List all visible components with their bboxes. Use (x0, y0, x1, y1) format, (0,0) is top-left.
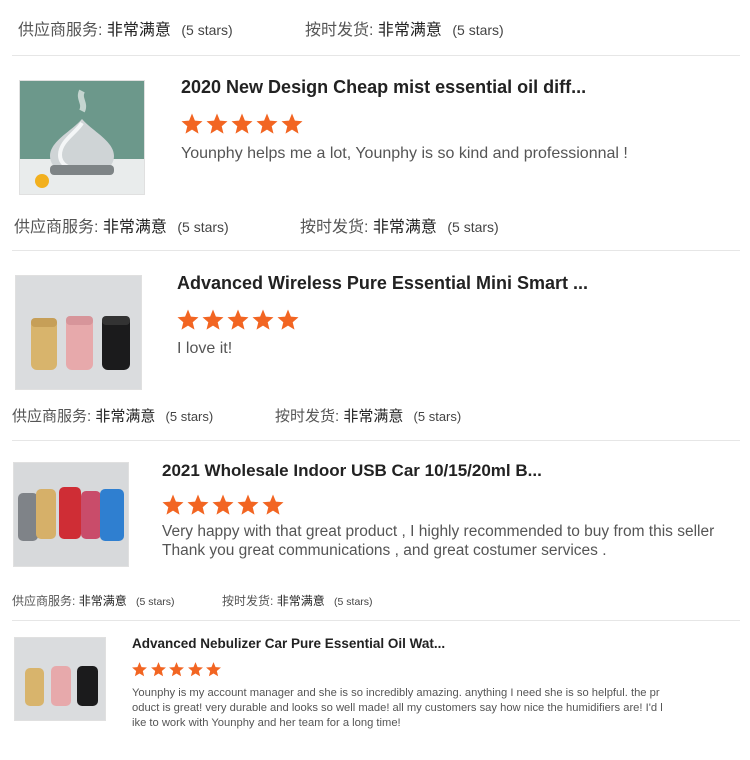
rating-row-0-delivery: 按时发货: 非常满意 (5 stars) (305, 16, 504, 40)
star-icon (237, 494, 259, 515)
star-icon (212, 494, 234, 515)
delivery-label: 按时发货: (222, 594, 274, 608)
car-diffuser-icon (15, 638, 105, 720)
product-title[interactable]: 2020 New Design Cheap mist essential oil… (181, 77, 586, 98)
supplier-service-label: 供应商服务: (18, 22, 103, 39)
review-text: Younphy helps me a lot, Younphy is so ki… (181, 145, 628, 162)
rating-row-1: 供应商服务: 非常满意 (5 stars) (14, 213, 229, 237)
star-rating (180, 112, 305, 136)
supplier-service-value: 非常满意 (106, 22, 171, 39)
delivery-stars: (5 stars) (413, 409, 462, 424)
supplier-service-stars: (5 stars) (136, 596, 175, 608)
star-icon (277, 309, 299, 330)
star-icon (132, 662, 147, 677)
delivery-value: 非常满意 (372, 219, 437, 236)
supplier-service-label: 供应商服务: (14, 219, 99, 236)
star-icon (162, 494, 184, 515)
rating-row-2: 供应商服务: 非常满意 (5 stars) (12, 405, 213, 426)
car-diffuser-colors-icon (14, 463, 128, 566)
product-image[interactable] (14, 637, 106, 721)
supplier-service-value: 非常满意 (95, 408, 156, 425)
star-icon (150, 662, 166, 677)
review-text: Very happy with that great product , I h… (162, 522, 742, 560)
supplier-service-stars: (5 stars) (181, 22, 233, 38)
star-icon (187, 662, 203, 677)
star-icon (181, 113, 203, 134)
divider (12, 620, 740, 621)
rating-row-2-delivery: 按时发货: 非常满意 (5 stars) (275, 405, 461, 426)
review-text-line: Very happy with that great product , I h… (162, 523, 715, 540)
mist-diffuser-icon (20, 81, 144, 194)
delivery-stars: (5 stars) (452, 22, 504, 38)
rating-row-3: 供应商服务: 非常满意 (5 stars) (12, 592, 175, 609)
star-icon (187, 494, 209, 515)
car-diffuser-icon (16, 276, 141, 389)
delivery-stars: (5 stars) (447, 219, 499, 235)
delivery-value: 非常满意 (276, 594, 325, 608)
product-title[interactable]: Advanced Nebulizer Car Pure Essential Oi… (132, 636, 445, 651)
star-icon (206, 662, 221, 677)
delivery-label: 按时发货: (275, 408, 340, 425)
star-icon (262, 494, 284, 515)
rating-row-0: 供应商服务: 非常满意 (5 stars) (18, 16, 233, 40)
supplier-service-label: 供应商服务: (12, 594, 76, 608)
product-title[interactable]: 2021 Wholesale Indoor USB Car 10/15/20ml… (162, 461, 542, 481)
review-text-line: ike to work with Younphy and her team fo… (132, 717, 401, 729)
rating-row-3-delivery: 按时发货: 非常满意 (5 stars) (222, 592, 373, 609)
delivery-value: 非常满意 (343, 408, 404, 425)
star-icon (252, 309, 274, 330)
review-text-line: Younphy is my account manager and she is… (132, 687, 660, 699)
supplier-service-value: 非常满意 (78, 594, 127, 608)
delivery-label: 按时发货: (300, 219, 369, 236)
product-title[interactable]: Advanced Wireless Pure Essential Mini Sm… (177, 273, 588, 294)
divider (12, 55, 740, 56)
star-icon (169, 662, 184, 677)
star-rating (161, 493, 286, 517)
product-image[interactable] (13, 462, 129, 567)
divider (12, 250, 740, 251)
product-image[interactable] (15, 275, 142, 390)
divider (12, 440, 740, 441)
product-image[interactable] (19, 80, 145, 195)
delivery-label: 按时发货: (305, 22, 374, 39)
review-text: Younphy is my account manager and she is… (132, 686, 742, 731)
supplier-service-value: 非常满意 (102, 219, 167, 236)
star-rating (131, 661, 224, 678)
star-icon (202, 309, 224, 330)
supplier-service-stars: (5 stars) (177, 219, 229, 235)
supplier-service-stars: (5 stars) (165, 409, 214, 424)
star-icon (256, 113, 278, 134)
star-icon (231, 113, 253, 134)
delivery-value: 非常满意 (377, 22, 442, 39)
star-icon (227, 309, 249, 330)
rating-row-1-delivery: 按时发货: 非常满意 (5 stars) (300, 213, 499, 237)
review-text-line: oduct is great! very durable and looks s… (132, 702, 663, 714)
star-icon (281, 113, 303, 134)
delivery-stars: (5 stars) (334, 596, 373, 608)
star-rating (176, 308, 301, 332)
supplier-service-label: 供应商服务: (12, 408, 92, 425)
star-icon (206, 113, 228, 134)
review-text: I love it! (177, 340, 233, 357)
review-text-line: Thank you great communications , and gre… (162, 542, 607, 559)
star-icon (177, 309, 199, 330)
